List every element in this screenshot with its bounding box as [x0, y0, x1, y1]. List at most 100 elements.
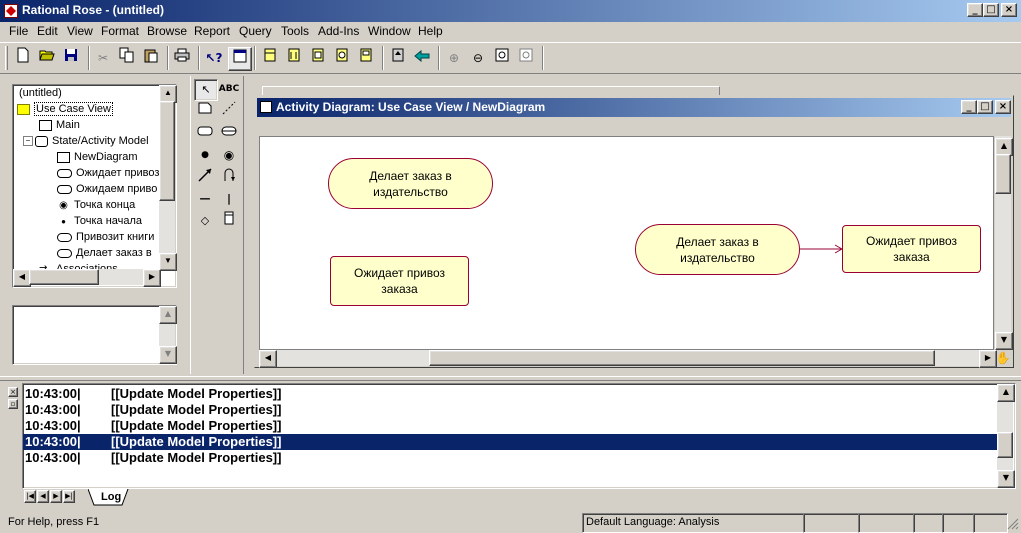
app-title-bar[interactable]: Rational Rose - (untitled) _ □ × [0, 0, 1021, 22]
tab-next-icon[interactable]: ▶ [50, 490, 62, 503]
activity-shape[interactable]: Делает заказ в издательство [328, 158, 493, 209]
state-tool-icon[interactable] [194, 123, 216, 143]
log-handle[interactable]: × ▫ [6, 385, 18, 505]
close-icon[interactable]: × [8, 387, 18, 397]
menu-edit[interactable]: Edit [37, 22, 58, 41]
scroll-down-icon[interactable]: ▼ [997, 470, 1015, 488]
menu-browse[interactable]: Browse [147, 22, 187, 41]
log-row[interactable]: 10:43:00| [[Update Model Properties]] [23, 402, 999, 418]
menu-query[interactable]: Query [239, 22, 272, 41]
tree-item-state-2[interactable]: Ожидаем приво [57, 181, 157, 197]
vertical-sync-tool-icon[interactable]: | [218, 189, 240, 209]
undo-fit-icon[interactable] [515, 47, 537, 69]
tab-first-icon[interactable]: |◀ [24, 490, 36, 503]
browse-deployment-icon[interactable] [331, 47, 353, 69]
collapse-icon[interactable]: − [23, 136, 33, 147]
print-icon[interactable] [171, 47, 193, 69]
end-state-tool-icon[interactable]: ◉ [218, 145, 240, 165]
scroll-down-icon[interactable]: ▼ [159, 253, 177, 271]
log-row[interactable]: 10:43:00| [[Update Model Properties]] [23, 418, 999, 434]
tree-item-newdiagram[interactable]: NewDiagram [57, 149, 138, 165]
log-row[interactable]: 10:43:00| [[Update Model Properties]] [23, 386, 999, 402]
cut-icon[interactable]: ✂ [92, 47, 114, 69]
browse-component-icon[interactable] [307, 47, 329, 69]
menu-tools[interactable]: Tools [281, 22, 309, 41]
resize-grip-icon[interactable] [1006, 517, 1019, 530]
scroll-right-icon[interactable]: ▶ [143, 269, 161, 287]
tree-item-end-state[interactable]: ◉ Точка конца [57, 197, 135, 213]
horizontal-sync-tool-icon[interactable]: — [194, 189, 216, 209]
log-list[interactable]: 10:43:00| [[Update Model Properties]] 10… [22, 383, 1016, 489]
tree-item-activity-1[interactable]: Привозит книги [57, 229, 154, 245]
log-vscrollbar[interactable]: ▲ ▼ [997, 384, 1015, 488]
state-shape[interactable]: Ожидает привоз заказа [842, 225, 981, 273]
scroll-thumb[interactable] [159, 101, 175, 201]
tree-item-state-activity-model[interactable]: − State/Activity Model [23, 133, 149, 149]
maximize-button[interactable]: □ [983, 3, 999, 17]
tree-item-state-1[interactable]: Ожидает привоз [57, 165, 159, 181]
log-row-selected[interactable]: 10:43:00| [[Update Model Properties]] [23, 434, 999, 450]
browser-tree[interactable]: (untitled) Use Case View Main − State/Act… [12, 84, 177, 288]
tree-vscrollbar[interactable]: ▲ ▼ [159, 85, 177, 271]
tree-item-activity-2[interactable]: Делает заказ в [57, 245, 152, 261]
browse-interaction-icon[interactable] [283, 47, 305, 69]
diagram-title-bar[interactable]: Activity Diagram: Use Case View / NewDia… [257, 98, 1011, 117]
note-tool-icon[interactable] [194, 101, 216, 121]
horizontal-splitter[interactable] [0, 376, 1021, 381]
copy-icon[interactable] [116, 47, 138, 69]
scroll-thumb[interactable] [995, 154, 1011, 194]
view-doc-icon[interactable] [228, 47, 252, 71]
scroll-thumb[interactable] [429, 350, 935, 366]
fit-window-icon[interactable] [491, 47, 513, 69]
menu-format[interactable]: Format [101, 22, 139, 41]
documentation-pane[interactable]: ▲ ▼ [12, 305, 177, 365]
diagram-hscrollbar[interactable]: ◀ ▶ [259, 350, 997, 368]
minimize-button[interactable]: _ [967, 3, 983, 17]
anchor-note-tool-icon[interactable] [218, 101, 240, 121]
dock-icon[interactable]: ▫ [8, 399, 18, 409]
tab-last-icon[interactable]: ▶| [63, 490, 75, 503]
diagram-maximize-button[interactable]: □ [977, 100, 993, 114]
context-help-icon[interactable]: ↖? [203, 47, 225, 69]
pan-hand-icon[interactable]: ✋ [995, 350, 1011, 366]
zoom-in-icon[interactable]: ⊕ [443, 47, 465, 69]
diagram-minimize-button[interactable]: _ [961, 100, 977, 114]
menu-add-ins[interactable]: Add-Ins [318, 22, 359, 41]
tab-prev-icon[interactable]: ◀ [37, 490, 49, 503]
selection-tool-icon[interactable]: ↖ [194, 79, 218, 101]
menu-help[interactable]: Help [418, 22, 443, 41]
tree-root[interactable]: (untitled) [19, 85, 62, 101]
menu-report[interactable]: Report [194, 22, 230, 41]
start-state-tool-icon[interactable]: ● [194, 145, 216, 165]
menu-view[interactable]: View [67, 22, 93, 41]
diagram-close-button[interactable]: × [995, 100, 1011, 114]
transition-arrow[interactable] [800, 243, 844, 255]
swimlane-tool-icon[interactable] [218, 211, 240, 231]
scroll-down-icon[interactable]: ▼ [159, 346, 177, 364]
tree-item-start-state[interactable]: ● Точка начала [57, 213, 142, 229]
new-icon[interactable] [12, 47, 34, 69]
scroll-thumb[interactable] [29, 269, 99, 285]
log-row[interactable]: 10:43:00| [[Update Model Properties]] [23, 450, 999, 466]
decision-tool-icon[interactable]: ◇ [194, 211, 216, 231]
doc-vscrollbar[interactable]: ▲ ▼ [159, 306, 177, 364]
close-button[interactable]: × [1001, 3, 1017, 17]
back-arrow-icon[interactable] [411, 47, 433, 69]
tree-item-main[interactable]: Main [39, 117, 80, 133]
scroll-up-icon[interactable]: ▲ [997, 384, 1015, 402]
browse-previous-icon[interactable] [387, 47, 409, 69]
text-tool-icon[interactable]: ABC [218, 79, 240, 99]
activity-shape[interactable]: Делает заказ в издательство [635, 224, 800, 275]
tree-item-use-case-view[interactable]: Use Case View [17, 101, 113, 117]
self-transition-tool-icon[interactable] [218, 167, 240, 187]
tree-hscrollbar[interactable]: ◀ ▶ [13, 269, 161, 287]
menu-window[interactable]: Window [368, 22, 411, 41]
diagram-canvas[interactable]: Делает заказ в издательство Ожидает прив… [259, 136, 994, 350]
scroll-up-icon[interactable]: ▲ [159, 306, 177, 324]
zoom-out-icon[interactable]: ⊖ [467, 47, 489, 69]
diagram-vscrollbar[interactable]: ▲ ▼ [995, 136, 1013, 350]
browse-class-icon[interactable] [259, 47, 281, 69]
browse-parent-icon[interactable] [355, 47, 377, 69]
scroll-down-icon[interactable]: ▼ [995, 332, 1013, 350]
state-shape[interactable]: Ожидает привоз заказа [330, 256, 469, 306]
